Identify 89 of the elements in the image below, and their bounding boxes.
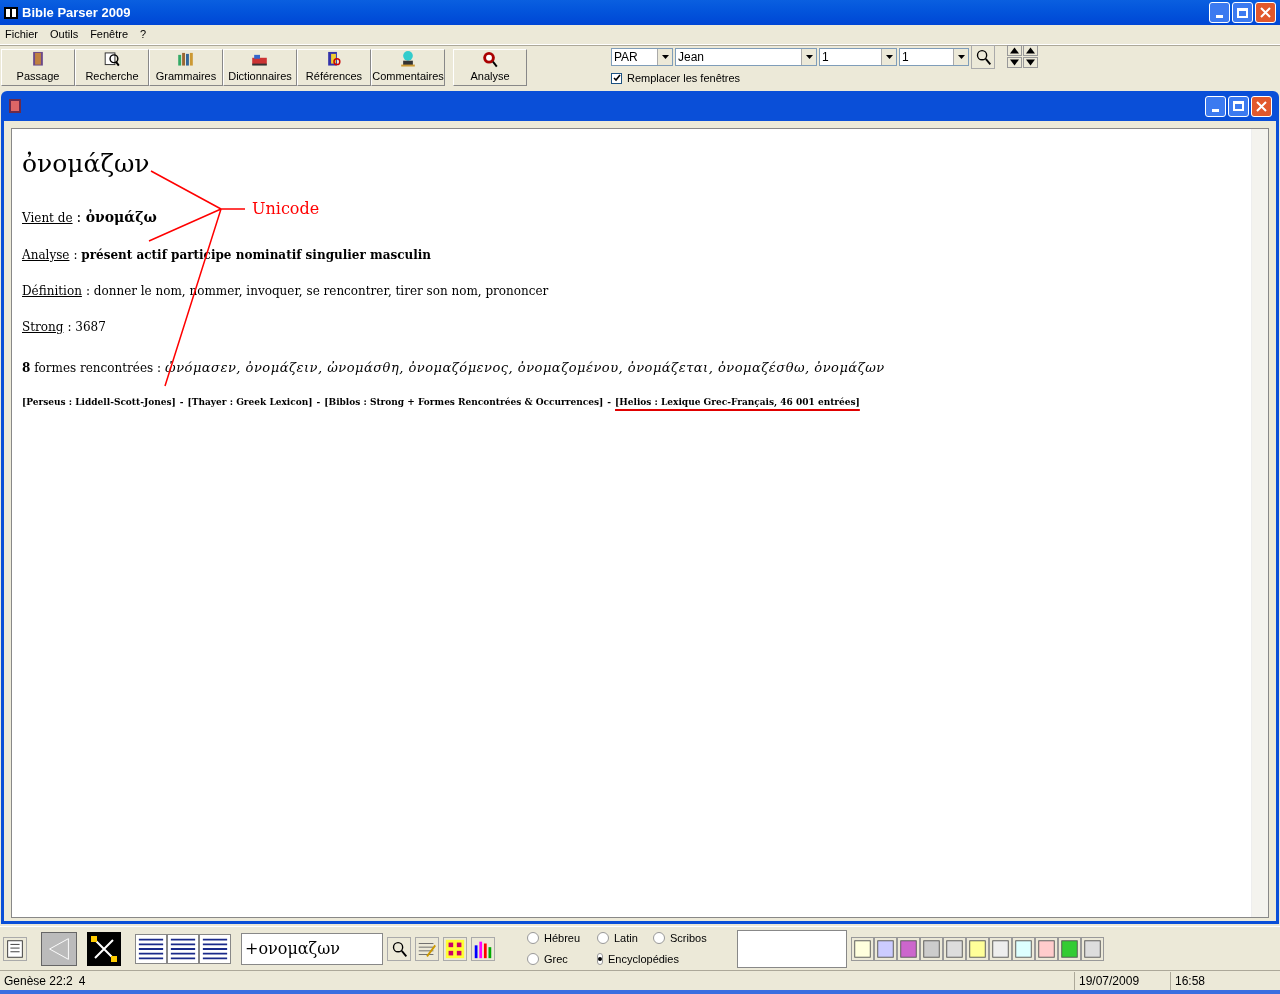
magnifier-icon: [480, 50, 500, 68]
up-arrow-icon[interactable]: [1007, 45, 1022, 57]
maximize-button[interactable]: [1232, 2, 1253, 23]
toolbar-button[interactable]: Références: [297, 49, 371, 86]
bar-chart-icon[interactable]: [471, 936, 495, 961]
tool-icon[interactable]: [920, 936, 943, 961]
tool-icon[interactable]: [851, 936, 874, 961]
tool-icon[interactable]: [989, 936, 1012, 961]
separator-text: -: [316, 395, 321, 409]
status-text: Genèse 22:2: [4, 972, 73, 990]
toolbar-button[interactable]: Grammaires: [149, 49, 223, 86]
text-field[interactable]: [737, 929, 847, 968]
toolbar-button[interactable]: Passage: [1, 49, 75, 86]
search-icon[interactable]: [387, 936, 411, 961]
status-text: 4: [78, 972, 86, 990]
dropdown-field[interactable]: PAR: [611, 47, 673, 66]
search-icon[interactable]: [971, 44, 995, 69]
layout-icon[interactable]: [167, 933, 199, 964]
tool-icon[interactable]: [1035, 936, 1058, 961]
menu-item[interactable]: Fenêtre: [90, 26, 129, 43]
menu-item[interactable]: Fichier: [5, 26, 38, 43]
minimize-button[interactable]: [1205, 95, 1226, 117]
scrollbar[interactable]: [1251, 129, 1268, 917]
reference-link[interactable]: [Perseus : Liddell-Scott-Jones]: [22, 395, 176, 409]
dropdown-field[interactable]: 1: [819, 47, 897, 66]
radio-button[interactable]: [527, 931, 539, 944]
close-button[interactable]: [1251, 95, 1272, 117]
forms-label: 8 formes rencontrées :: [22, 360, 162, 377]
down-arrow-icon[interactable]: [1023, 57, 1038, 69]
toolbar-button[interactable]: Dictionnaires: [223, 49, 297, 86]
checkbox[interactable]: [611, 72, 622, 84]
tool-icon[interactable]: [874, 936, 897, 961]
radio-button[interactable]: [653, 931, 665, 944]
tool-icon[interactable]: [1012, 936, 1035, 961]
tool-icon[interactable]: [1081, 936, 1104, 961]
document-icon[interactable]: [3, 936, 27, 961]
close-icon: [1260, 7, 1271, 18]
pencil-icon[interactable]: [415, 936, 439, 961]
radio-button[interactable]: [597, 931, 609, 944]
separator-text: -: [179, 395, 184, 409]
radio-button[interactable]: [597, 953, 603, 966]
tool-icon[interactable]: [966, 936, 989, 961]
minimize-button[interactable]: [1209, 2, 1230, 23]
tool-icon[interactable]: [897, 936, 920, 961]
radio-label: Encyclopédies: [608, 952, 679, 967]
field-label: Analyse: [22, 247, 70, 264]
book-icon: [8, 98, 22, 114]
search-field[interactable]: +ονομαζων: [241, 932, 383, 965]
status-time: 16:58: [1170, 971, 1280, 990]
menu-item[interactable]: ?: [140, 26, 147, 43]
reference-link[interactable]: [Biblos : Strong + Formes Rencontrées & Occurrences]: [324, 395, 604, 409]
field-value: : 3687: [67, 319, 106, 336]
maximize-button[interactable]: [1228, 95, 1249, 117]
tool-icon[interactable]: [943, 936, 966, 961]
alphabet-icon[interactable]: [87, 931, 121, 966]
radio-label: Latin: [614, 930, 638, 946]
status-date: 19/07/2009: [1074, 971, 1170, 990]
close-button[interactable]: [1255, 2, 1276, 23]
radio-button[interactable]: [527, 953, 539, 966]
books-icon: [176, 50, 196, 68]
checkbox-label: Remplacer les fenêtres: [627, 70, 741, 86]
window-title: Bible Parser 2009: [22, 3, 132, 22]
annotation-label: Unicode: [252, 198, 320, 220]
dropdown-field[interactable]: 1: [899, 47, 969, 66]
down-arrow-icon[interactable]: [1007, 57, 1022, 69]
radio-label: Grec: [544, 952, 568, 967]
up-arrow-icon[interactable]: [1023, 45, 1038, 57]
reference-link[interactable]: [Helios : Lexique Grec-Français, 46 001 entrées]: [615, 395, 860, 409]
toolbar-button[interactable]: Recherche: [75, 49, 149, 86]
book-icon: [4, 6, 18, 19]
headword: ὀνομάζων: [22, 148, 150, 180]
radio-label: Hébreu: [544, 930, 581, 946]
field-value: : ὀνομάζω: [76, 208, 157, 227]
field-label: Vient de: [22, 210, 73, 227]
tool-icon[interactable]: [1058, 936, 1081, 961]
grid-icon[interactable]: [443, 936, 467, 961]
close-icon: [1256, 100, 1267, 112]
layout-icon[interactable]: [199, 933, 231, 964]
menu-item[interactable]: Outils: [50, 26, 79, 43]
field-label: Strong: [22, 319, 64, 336]
layout-icon[interactable]: [135, 933, 167, 964]
field-label: Définition: [22, 283, 82, 300]
separator-text: -: [607, 395, 612, 409]
radio-label: Scribos: [670, 930, 707, 946]
toolbar-button[interactable]: Analyse: [453, 49, 527, 86]
reference-link[interactable]: [Thayer : Greek Lexicon]: [187, 395, 313, 409]
search-icon: [102, 50, 122, 68]
dropdown-field[interactable]: Jean: [675, 47, 817, 66]
toolbar-button[interactable]: Commentaires: [371, 49, 445, 86]
